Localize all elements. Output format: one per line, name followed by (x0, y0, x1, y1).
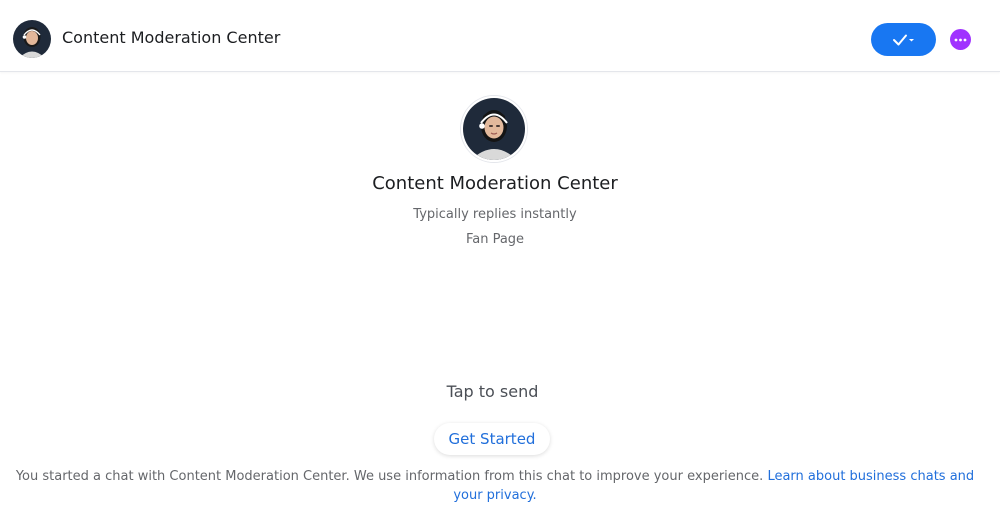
profile-avatar[interactable] (461, 96, 527, 162)
check-dropdown-button[interactable] (871, 23, 936, 56)
avatar-icon (13, 20, 51, 58)
header-title: Content Moderation Center (62, 28, 281, 47)
disclaimer-text: You started a chat with Content Moderati… (15, 469, 764, 484)
reply-time: Typically replies instantly (413, 207, 577, 222)
avatar-woman-headset-icon (463, 98, 525, 160)
profile-name: Content Moderation Center (372, 173, 618, 194)
chat-header: Content Moderation Center (0, 0, 1000, 72)
tap-to-send-label: Tap to send (446, 382, 539, 401)
get-started-button[interactable]: Get Started (434, 423, 550, 455)
check-dropdown-icon (892, 34, 914, 45)
chat-disclaimer: You started a chat with Content Moderati… (0, 467, 990, 505)
more-dots-icon (954, 38, 967, 41)
more-options-button[interactable] (950, 29, 971, 50)
header-avatar[interactable] (13, 20, 51, 58)
page-category: Fan Page (465, 232, 525, 247)
